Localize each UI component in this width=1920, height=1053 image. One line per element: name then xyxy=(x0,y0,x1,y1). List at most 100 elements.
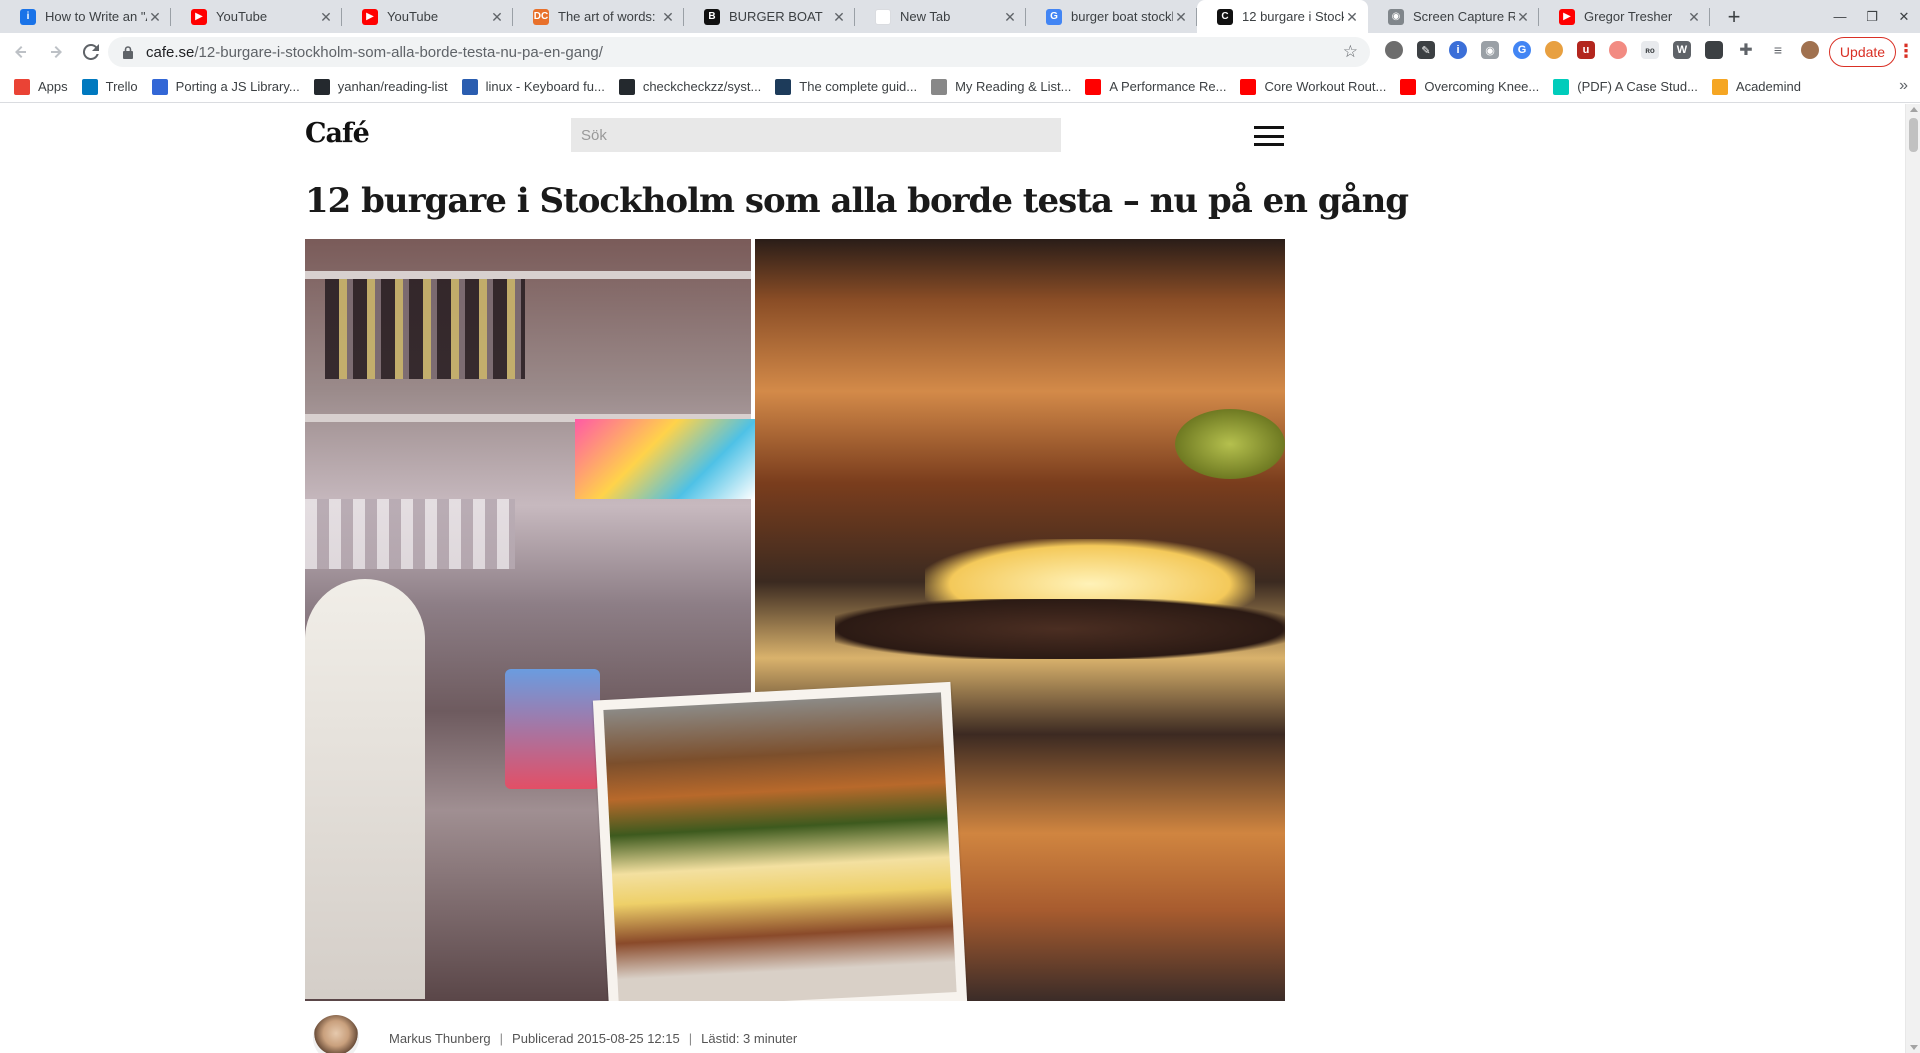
restore-button[interactable]: ❐ xyxy=(1856,0,1888,33)
extension-pen-icon[interactable]: ✎ xyxy=(1417,41,1435,59)
bookmark-item[interactable]: Academind xyxy=(1711,78,1801,95)
lock-icon xyxy=(122,45,134,59)
reading-list-icon[interactable]: ≡ xyxy=(1769,41,1787,59)
reload-icon xyxy=(83,44,99,60)
bookmark-favicon-icon xyxy=(1240,78,1257,95)
browser-tab[interactable]: ▶ YouTube ✕ xyxy=(342,0,513,33)
hamburger-menu-icon[interactable] xyxy=(1254,126,1284,146)
read-time: Lästid: 3 minuter xyxy=(701,1030,798,1046)
tab-favicon-icon: ▶ xyxy=(1559,8,1575,25)
browser-tab[interactable]: B BURGER BOAT ✕ xyxy=(684,0,855,33)
browser-tab[interactable]: ▶ Gregor Tresher ✕ xyxy=(1539,0,1710,33)
tab-title: YouTube xyxy=(387,9,439,24)
tab-close-icon[interactable]: ✕ xyxy=(318,9,334,25)
tab-title: The art of words: h xyxy=(558,9,660,24)
browser-tab[interactable]: ◉ Screen Capture Re ✕ xyxy=(1368,0,1539,33)
tab-close-icon[interactable]: ✕ xyxy=(489,9,505,25)
tab-close-icon[interactable]: ✕ xyxy=(1173,9,1189,25)
bookmark-label: Apps xyxy=(38,79,68,94)
tab-close-icon[interactable]: ✕ xyxy=(1515,9,1531,25)
tab-title: Screen Capture Re xyxy=(1413,9,1515,24)
browser-tab[interactable]: Gburger boat stockh ✕ xyxy=(1026,0,1197,33)
back-button[interactable] xyxy=(7,38,35,66)
tab-favicon-icon: i xyxy=(20,8,36,25)
scroll-down-arrow-icon[interactable] xyxy=(1910,1045,1918,1050)
scrollbar-thumb[interactable] xyxy=(1909,118,1918,152)
bookmark-item[interactable]: A Performance Re... xyxy=(1085,78,1227,95)
bookmark-favicon-icon xyxy=(1400,78,1417,95)
burger-inset-photo xyxy=(592,681,968,1001)
tab-title: How to Write an "Al xyxy=(45,9,147,24)
scroll-up-arrow-icon[interactable] xyxy=(1910,107,1918,112)
extension-icon-9[interactable]: ʀᴏ xyxy=(1641,41,1659,59)
window-controls: — ❐ ✕ xyxy=(1824,0,1920,33)
bookmark-label: (PDF) A Case Stud... xyxy=(1577,79,1698,94)
bookmark-item[interactable]: My Reading & List... xyxy=(931,78,1072,95)
update-button[interactable]: Update xyxy=(1829,37,1896,67)
extension-icon-5[interactable]: G xyxy=(1513,41,1531,59)
extension-icon-11[interactable] xyxy=(1705,41,1723,59)
extension-icon-8[interactable] xyxy=(1609,41,1627,59)
browser-toolbar: cafe.se/12-burgare-i-stockholm-som-alla-… xyxy=(0,33,1920,71)
new-tab-button[interactable]: + xyxy=(1718,0,1750,33)
cookie-icon[interactable] xyxy=(1545,41,1563,59)
ublock-icon[interactable]: u xyxy=(1577,41,1595,59)
forward-button[interactable] xyxy=(42,38,70,66)
bookmark-star-icon[interactable]: ☆ xyxy=(1343,43,1358,61)
browser-tab[interactable]: New Tab ✕ xyxy=(855,0,1026,33)
browser-tab[interactable]: DC The art of words: h ✕ xyxy=(513,0,684,33)
minimize-button[interactable]: — xyxy=(1824,0,1856,33)
extension-icon-1[interactable] xyxy=(1385,41,1403,59)
bookmark-item[interactable]: Overcoming Knee... xyxy=(1400,78,1539,95)
bookmark-item[interactable]: checkcheckzz/syst... xyxy=(618,78,761,95)
bookmark-item[interactable]: Core Workout Rout... xyxy=(1240,78,1386,95)
browser-menu-icon[interactable]: ⋮ xyxy=(1897,41,1915,61)
url-path: /12-burgare-i-stockholm-som-alla-borde-t… xyxy=(194,43,603,61)
browser-tab[interactable]: ▶ YouTube ✕ xyxy=(171,0,342,33)
bookmark-label: My Reading & List... xyxy=(955,79,1072,94)
camera-icon[interactable]: ◉ xyxy=(1481,41,1499,59)
close-window-button[interactable]: ✕ xyxy=(1888,0,1920,33)
bookmarks-overflow-button[interactable]: » xyxy=(1899,77,1908,95)
bookmark-label: The complete guid... xyxy=(799,79,918,94)
article-hero-image xyxy=(305,239,1285,1001)
bookmark-item[interactable]: Porting a JS Library... xyxy=(151,78,300,95)
bookmark-item[interactable]: yanhan/reading-list xyxy=(313,78,448,95)
tab-close-icon[interactable]: ✕ xyxy=(1686,9,1702,25)
bookmark-favicon-icon xyxy=(461,78,478,95)
url-host: cafe.se xyxy=(146,43,195,61)
address-bar[interactable]: cafe.se/12-burgare-i-stockholm-som-alla-… xyxy=(108,37,1370,67)
reload-button[interactable] xyxy=(77,38,105,66)
tab-favicon-icon xyxy=(875,8,891,25)
site-search-input[interactable] xyxy=(571,118,1061,152)
tab-close-icon[interactable]: ✕ xyxy=(147,9,163,25)
tab-close-icon[interactable]: ✕ xyxy=(1344,9,1360,25)
bookmark-item[interactable]: The complete guid... xyxy=(775,78,918,95)
extension-icon-3[interactable]: i xyxy=(1449,41,1467,59)
bookmark-item[interactable]: (PDF) A Case Stud... xyxy=(1553,78,1698,95)
tab-close-icon[interactable]: ✕ xyxy=(831,9,847,25)
browser-tab[interactable]: C 12 burgare i Stockh ✕ xyxy=(1197,0,1368,33)
author-name[interactable]: Markus Thunberg xyxy=(389,1031,491,1046)
bookmark-item[interactable]: Apps xyxy=(14,78,68,95)
bookmark-favicon-icon xyxy=(775,78,792,95)
tab-favicon-icon: ▶ xyxy=(191,8,207,25)
tab-close-icon[interactable]: ✕ xyxy=(1002,9,1018,25)
bookmark-item[interactable]: linux - Keyboard fu... xyxy=(461,78,605,95)
extensions-puzzle-icon[interactable]: ✚ xyxy=(1737,41,1755,59)
tab-close-icon[interactable]: ✕ xyxy=(660,9,676,25)
extension-icon-10[interactable]: W xyxy=(1673,41,1691,59)
bookmark-label: Porting a JS Library... xyxy=(175,79,300,94)
bookmark-label: A Performance Re... xyxy=(1109,79,1227,94)
tab-title: New Tab xyxy=(900,9,951,24)
article-headline: 12 burgare i Stockholm som alla borde te… xyxy=(305,181,1409,221)
published-date: Publicerad 2015-08-25 12:15 xyxy=(512,1030,680,1046)
tab-title: YouTube xyxy=(216,9,268,24)
site-logo[interactable]: Café xyxy=(305,118,370,149)
tab-favicon-icon: B xyxy=(704,8,720,25)
browser-tab[interactable]: i How to Write an "Al ✕ xyxy=(0,0,171,33)
profile-avatar-icon[interactable] xyxy=(1801,41,1819,59)
tab-favicon-icon: ▶ xyxy=(362,8,378,25)
bookmark-item[interactable]: Trello xyxy=(81,78,138,95)
page-scrollbar[interactable] xyxy=(1905,104,1920,1053)
